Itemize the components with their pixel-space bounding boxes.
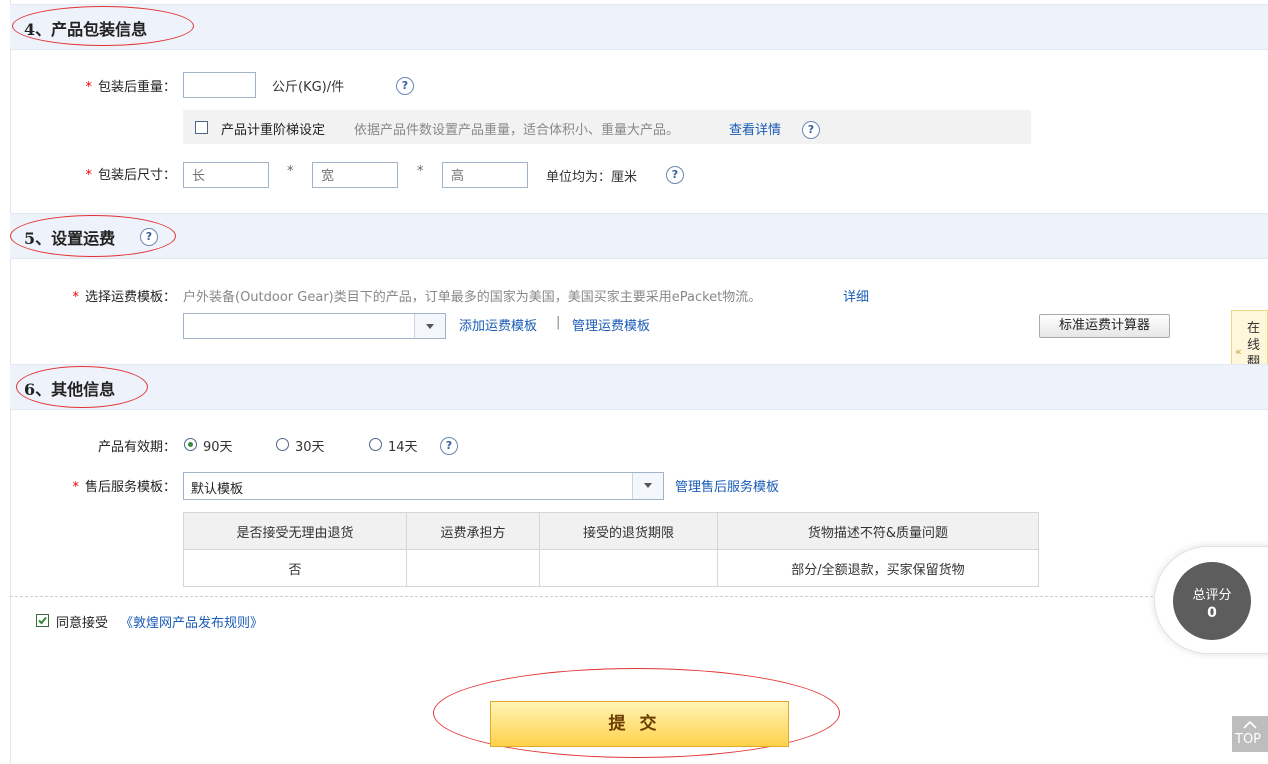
size-label: 包装后尺寸： <box>97 168 176 183</box>
tier-checkbox[interactable] <box>195 121 208 134</box>
weight-unit: 公斤(KG)/件 <box>272 80 345 95</box>
after-sale-label-row: * 售后服务模板： <box>72 480 176 495</box>
height-input[interactable] <box>442 162 528 188</box>
back-to-top-button[interactable]: TOP <box>1232 716 1268 752</box>
weight-label: 包装后重量： <box>97 80 176 95</box>
highlight-oval <box>10 215 176 257</box>
after-sale-label: 售后服务模板： <box>84 480 176 495</box>
size-separator: * <box>287 164 294 179</box>
validity-radio-30[interactable] <box>276 438 289 451</box>
score-badge: 总评分 0 <box>1173 562 1251 640</box>
length-input[interactable] <box>183 162 269 188</box>
shipping-tip-link[interactable]: 详细 <box>843 286 869 305</box>
manage-after-sale-template-link[interactable]: 管理售后服务模板 <box>675 476 779 495</box>
tier-details-link[interactable]: 查看详情 <box>729 119 781 138</box>
section-shipping-header: 5、设置运费 ? <box>10 213 1268 259</box>
table-cell: 部分/全额退款，买家保留货物 <box>717 549 1039 587</box>
tier-description: 依据产品件数设置产品重量，适合体积小、重量大产品。 <box>354 123 680 138</box>
highlight-oval <box>16 366 148 408</box>
section-packaging-header: 4、产品包装信息 <box>10 4 1268 50</box>
shipping-template-select[interactable] <box>183 313 446 339</box>
link-divider: | <box>556 315 561 330</box>
weight-help-icon[interactable]: ? <box>396 77 414 95</box>
agree-label: 同意接受 <box>56 616 109 631</box>
size-help-icon[interactable]: ? <box>666 166 684 184</box>
tier-help-icon[interactable]: ? <box>802 121 820 139</box>
weight-label-row: * 包装后重量： <box>85 80 176 95</box>
size-label-row: * 包装后尺寸： <box>85 168 176 183</box>
score-label: 总评分 <box>1192 588 1232 603</box>
size-separator: * <box>417 164 424 179</box>
add-shipping-template-link[interactable]: 添加运费模板 <box>459 315 537 334</box>
top-label: TOP <box>1235 732 1262 747</box>
table-header-cell: 运费承担方 <box>406 512 540 550</box>
width-input[interactable] <box>312 162 398 188</box>
publish-rules-link[interactable]: 《敦煌网产品发布规则》 <box>120 612 263 631</box>
table-cell <box>539 549 718 587</box>
validity-label: 产品有效期： <box>97 440 176 455</box>
weight-input[interactable] <box>183 72 256 98</box>
validity-option-label: 14天 <box>388 440 418 455</box>
after-sale-template-select[interactable]: 默认模板 <box>183 472 664 500</box>
agree-checkbox[interactable] <box>36 614 49 627</box>
chevron-up-icon <box>1243 721 1257 729</box>
highlight-oval <box>12 6 194 46</box>
validity-help-icon[interactable]: ? <box>440 437 458 455</box>
score-value: 0 <box>1207 605 1217 621</box>
collapse-arrow-icon: « <box>1235 345 1242 358</box>
validity-radio-90[interactable] <box>184 438 197 451</box>
return-policy-table: 是否接受无理由退货 运费承担方 接受的退货期限 货物描述不符&质量问题 否 部分… <box>183 512 1039 587</box>
tier-label: 产品计重阶梯设定 <box>221 123 326 138</box>
size-unit-note: 单位均为：厘米 <box>546 170 638 185</box>
validity-option-label: 90天 <box>203 440 233 455</box>
shipping-tip: 户外装备(Outdoor Gear)类目下的产品，订单最多的国家为美国，美国买家… <box>183 290 762 305</box>
chevron-down-icon[interactable] <box>414 314 445 338</box>
section-other-header: 6、其他信息 <box>10 364 1268 410</box>
shipping-label-row: * 选择运费模板： <box>72 290 176 305</box>
total-score-widget[interactable]: 总评分 0 <box>1154 546 1268 654</box>
validity-option-label: 30天 <box>295 440 325 455</box>
validity-radio-14[interactable] <box>369 438 382 451</box>
manage-shipping-template-link[interactable]: 管理运费模板 <box>572 315 650 334</box>
shipping-label: 选择运费模板： <box>84 290 176 305</box>
shipping-calculator-button[interactable]: 标准运费计算器 <box>1039 314 1170 338</box>
table-row: 否 部分/全额退款，买家保留货物 <box>183 549 1039 587</box>
table-header-cell: 接受的退货期限 <box>539 512 718 550</box>
table-cell: 否 <box>183 549 407 587</box>
table-header-row: 是否接受无理由退货 运费承担方 接受的退货期限 货物描述不符&质量问题 <box>183 512 1039 550</box>
table-header-cell: 货物描述不符&质量问题 <box>717 512 1039 550</box>
divider <box>10 596 1268 597</box>
submit-button[interactable]: 提交 <box>490 701 789 747</box>
checkmark-icon <box>38 616 47 625</box>
table-header-cell: 是否接受无理由退货 <box>183 512 407 550</box>
chevron-down-icon[interactable] <box>632 473 663 499</box>
table-cell <box>406 549 540 587</box>
